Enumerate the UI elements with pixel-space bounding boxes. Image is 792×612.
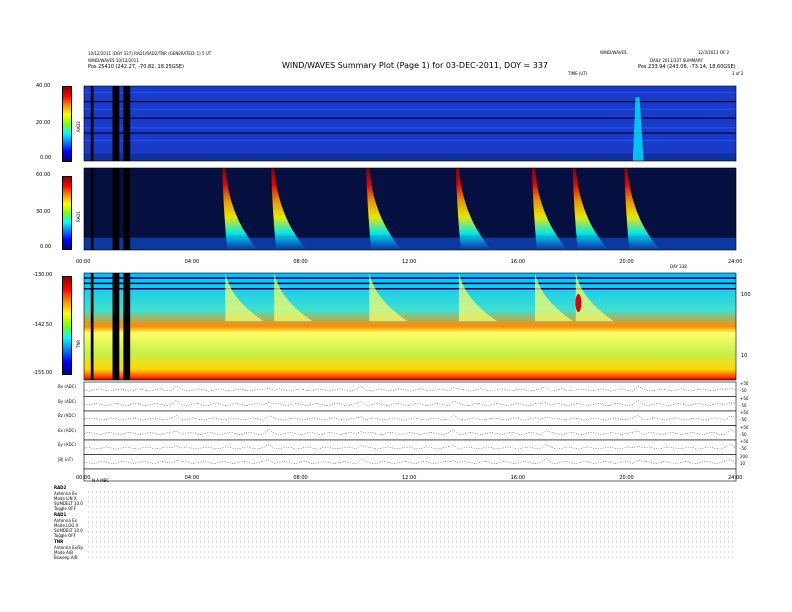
line-panel-right-tick: +50 <box>740 381 749 386</box>
line-panel-right-tick: +50 <box>740 395 749 401</box>
line-panel-label: |B| (nT) <box>58 456 73 462</box>
status-rad2-row: Toggle OFF <box>54 506 76 511</box>
time-axis-lower-tick: 24:00 <box>728 475 743 481</box>
line-panel-frame <box>83 454 737 470</box>
rad2-band <box>84 92 736 94</box>
tnr-hotspot <box>575 293 582 312</box>
line-panel-label: By (ADC) <box>58 398 77 404</box>
status-rad1-title: RAD1 <box>54 512 67 517</box>
line-panel-right-tick: -50 <box>740 402 747 408</box>
status-tnr-title: TNR <box>54 539 64 544</box>
status-rad2-title: RAD2 <box>54 485 67 490</box>
rad2-dropout <box>112 86 120 161</box>
status-rad1-row: Toggle OFF <box>54 533 76 538</box>
time-axis-tick: 16:00 <box>510 259 526 265</box>
line-panel-label: Bx (ADC) <box>58 384 77 389</box>
time-axis-tick: 12:00 <box>402 259 417 265</box>
summary-plot-page: 10/12/2011 (DOY 337) RAD1/RAD2/TNR (GENE… <box>0 0 792 612</box>
line-panel-label: Ey (ADC) <box>58 442 76 447</box>
line-panel-frame <box>83 396 737 412</box>
line-panel-right-tick: -50 <box>740 431 747 437</box>
time-axis-tick: 00:00 <box>76 259 91 265</box>
line-panel-right-tick: -50 <box>740 388 747 393</box>
line-panel-right-tick: -50 <box>740 417 747 422</box>
time-axis-right-label: DAY 338 <box>670 264 687 269</box>
time-axis-lower-tick: 00:00 <box>76 475 91 481</box>
line-panel-right-tick: +50 <box>740 439 749 444</box>
time-axis-tick: 20:00 <box>619 259 634 265</box>
rad2-dropout <box>90 86 94 161</box>
marker-row: N A MBC <box>92 478 110 483</box>
rad2-dropout <box>123 86 131 161</box>
time-axis-lower-tick: 12:00 <box>402 475 417 481</box>
tnr-band <box>84 287 736 290</box>
tnr-dropout <box>112 273 120 380</box>
time-axis-tick: 04:00 <box>184 259 200 265</box>
line-panel-frame <box>83 410 737 426</box>
time-axis-tick: 08:00 <box>293 259 308 265</box>
line-panel-label: Ex (ADC) <box>58 427 76 433</box>
rad1-dropout <box>123 168 131 250</box>
rad1-dropout <box>112 168 120 250</box>
line-panel-frame <box>83 425 737 441</box>
tnr-band <box>84 277 736 279</box>
tnr-band <box>84 282 736 285</box>
time-axis-lower-tick: 08:00 <box>293 475 308 481</box>
time-axis-lower-tick: 20:00 <box>619 475 634 481</box>
line-panel-right-tick: +50 <box>740 410 749 415</box>
line-panel-right-tick: 10 <box>740 460 746 466</box>
tnr-dropout <box>123 273 131 380</box>
time-axis-lower-tick: 16:00 <box>510 475 526 481</box>
status-tnr-row: Bsweep A/B <box>54 555 78 560</box>
line-panel-right-tick: +50 <box>740 424 749 430</box>
line-panel-right-tick: 200 <box>740 453 748 459</box>
line-panel-label: Bz (ADC) <box>58 413 76 418</box>
rad1-dropout <box>90 168 94 250</box>
time-axis-lower-tick: 04:00 <box>184 475 200 481</box>
line-panel-right-tick: -50 <box>740 446 747 451</box>
time-axis-tick: 24:00 <box>728 259 743 265</box>
spectrogram-svg <box>83 85 737 558</box>
tnr-dropout <box>90 273 94 380</box>
